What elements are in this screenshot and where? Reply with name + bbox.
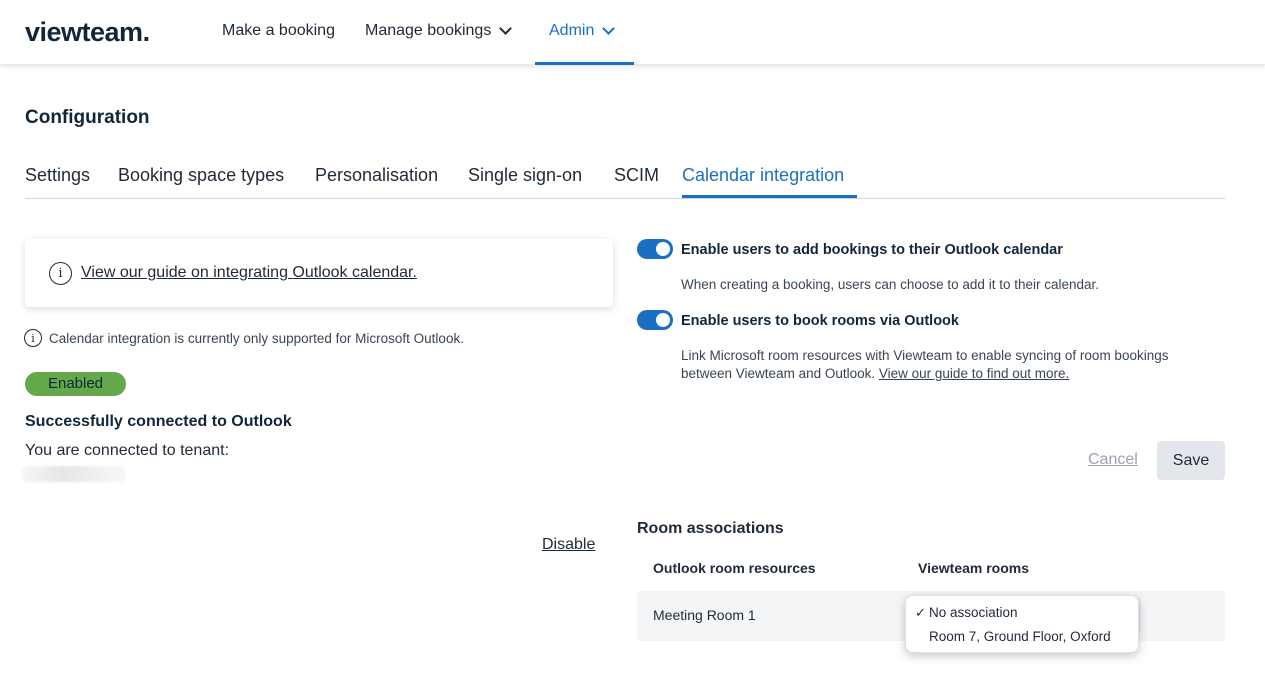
tenant-label: You are connected to tenant: xyxy=(25,442,230,459)
outlook-support-note: Calendar integration is currently only s… xyxy=(49,331,464,346)
room-guide-link[interactable]: View our guide to find out more. xyxy=(879,366,1069,381)
tab-personalisation[interactable]: Personalisation xyxy=(315,165,438,186)
room-resource-name: Meeting Room 1 xyxy=(653,607,756,623)
save-button[interactable]: Save xyxy=(1157,441,1225,480)
book-rooms-description: Link Microsoft room resources with Viewt… xyxy=(681,347,1221,383)
column-header-viewteam-rooms: Viewteam rooms xyxy=(918,560,1030,576)
status-badge: Enabled xyxy=(25,372,126,396)
add-bookings-to-calendar-label: Enable users to add bookings to their Ou… xyxy=(681,242,1063,258)
add-bookings-to-calendar-description: When creating a booking, users can choos… xyxy=(681,276,1221,294)
tab-active-indicator xyxy=(682,195,857,198)
book-rooms-via-outlook-toggle[interactable] xyxy=(637,310,673,330)
tab-scim[interactable]: SCIM xyxy=(614,165,659,186)
info-icon: i xyxy=(49,262,72,285)
book-rooms-via-outlook-label: Enable users to book rooms via Outlook xyxy=(681,313,959,329)
room-associations-title: Room associations xyxy=(637,520,784,537)
viewteam-logo[interactable]: viewteam. xyxy=(25,17,150,48)
add-bookings-description-text: When creating a booking, users can choos… xyxy=(681,277,1100,292)
viewteam-room-dropdown-menu: ✓ No association Room 7, Ground Floor, O… xyxy=(905,595,1139,653)
nav-admin-label: Admin xyxy=(549,22,595,39)
outlook-guide-link[interactable]: View our guide on integrating Outlook ca… xyxy=(81,264,417,282)
outlook-guide-card: i View our guide on integrating Outlook … xyxy=(25,239,613,307)
top-navigation-bar: viewteam. Make a booking Manage bookings… xyxy=(0,0,1265,65)
cancel-button[interactable]: Cancel xyxy=(1088,451,1138,469)
tenant-value-redacted xyxy=(22,466,125,482)
tab-single-sign-on[interactable]: Single sign-on xyxy=(468,165,582,186)
add-bookings-to-calendar-toggle[interactable] xyxy=(637,239,673,259)
nav-manage-bookings[interactable]: Manage bookings xyxy=(365,22,513,40)
tab-calendar-integration[interactable]: Calendar integration xyxy=(682,165,844,186)
chevron-down-icon xyxy=(602,22,616,35)
configuration-tabs: Settings Booking space types Personalisa… xyxy=(25,165,1225,199)
checkmark-icon: ✓ xyxy=(915,605,926,620)
tab-settings[interactable]: Settings xyxy=(25,165,90,186)
nav-make-a-booking[interactable]: Make a booking xyxy=(222,22,335,40)
chevron-down-icon xyxy=(499,22,513,35)
nav-manage-bookings-label: Manage bookings xyxy=(365,22,492,39)
tab-booking-space-types[interactable]: Booking space types xyxy=(118,165,284,186)
column-header-outlook-resources: Outlook room resources xyxy=(653,560,816,576)
connection-status-title: Successfully connected to Outlook xyxy=(25,413,292,430)
info-icon: i xyxy=(24,329,42,347)
disable-link[interactable]: Disable xyxy=(542,536,595,554)
nav-active-indicator xyxy=(535,62,634,65)
nav-admin[interactable]: Admin xyxy=(549,22,616,40)
dropdown-option-no-association[interactable]: No association xyxy=(929,605,1018,620)
page-title: Configuration xyxy=(25,107,150,128)
nav-make-a-booking-label: Make a booking xyxy=(222,22,335,39)
dropdown-option-room-7[interactable]: Room 7, Ground Floor, Oxford xyxy=(929,629,1111,644)
